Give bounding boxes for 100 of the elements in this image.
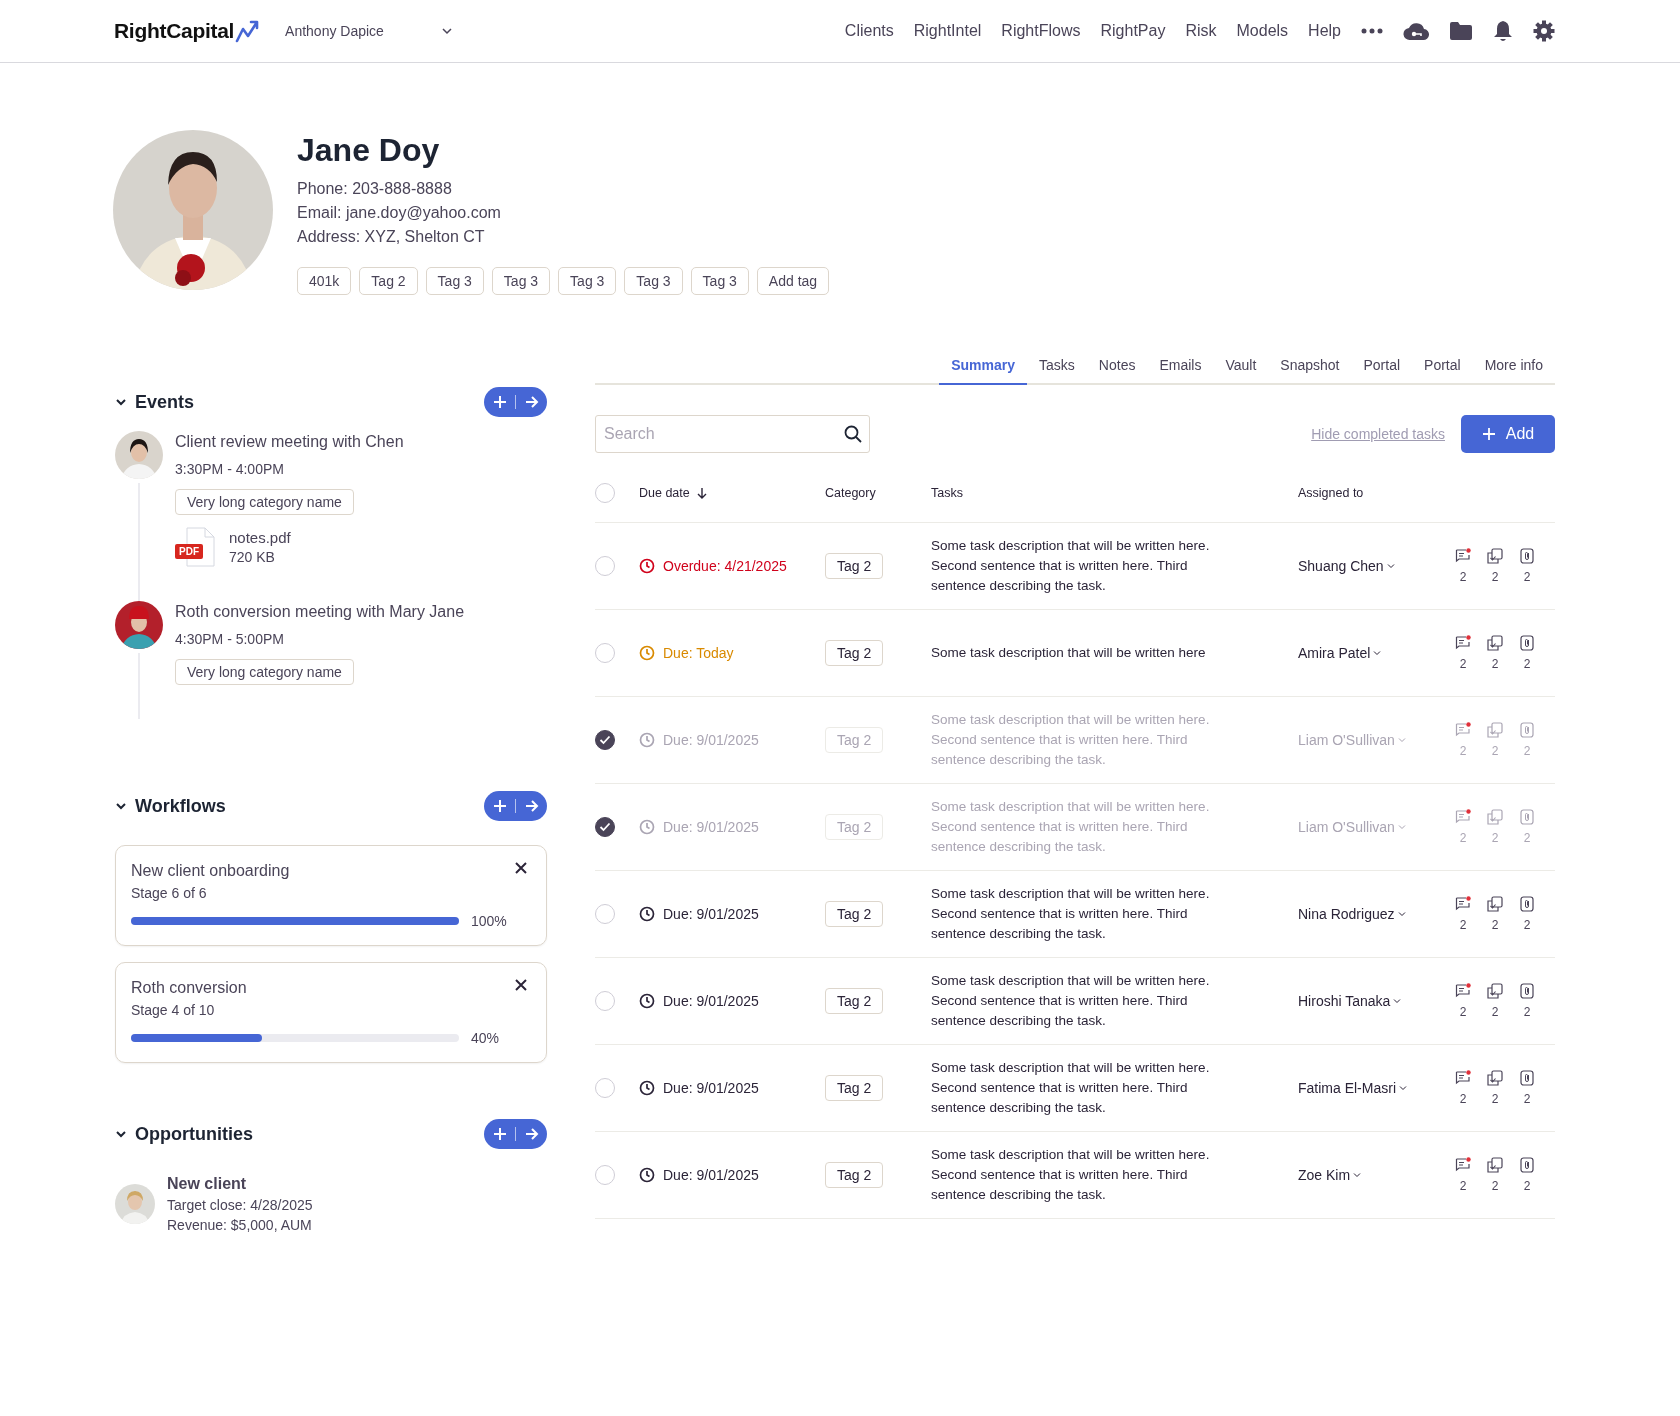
stacked-squares-icon[interactable] — [1487, 983, 1503, 999]
event-title[interactable]: Client review meeting with Chen — [175, 433, 404, 451]
search-field[interactable]: Search — [595, 415, 870, 453]
tab[interactable]: Snapshot — [1268, 349, 1352, 385]
assignee-dropdown[interactable]: Amira Patel — [1298, 645, 1382, 661]
brand-logo[interactable]: RightCapital — [114, 19, 235, 43]
comment-icon[interactable] — [1455, 1157, 1471, 1173]
add-open-button-group[interactable] — [484, 387, 547, 417]
task-checkbox[interactable] — [595, 730, 615, 750]
close-icon[interactable] — [515, 862, 527, 874]
nav-link[interactable]: Models — [1236, 22, 1289, 40]
client-tag[interactable]: Tag 3 — [624, 267, 683, 295]
close-icon[interactable] — [515, 979, 527, 991]
workflow-card[interactable]: New client onboarding Stage 6 of 6 100% — [115, 845, 547, 946]
add-button[interactable]: Add — [1461, 415, 1555, 453]
nav-link[interactable]: RightFlows — [1001, 22, 1081, 40]
assignee-dropdown[interactable]: Nina Rodriguez — [1298, 906, 1406, 922]
task-description[interactable]: Some task description that will be written here. Second sentence that is written here. Third sentence describing the task. — [931, 971, 1298, 1031]
tab[interactable]: Emails — [1147, 349, 1214, 385]
file-name[interactable]: notes.pdf — [229, 529, 291, 546]
comment-icon[interactable] — [1455, 809, 1471, 825]
folder-icon[interactable] — [1449, 21, 1473, 41]
more-icon[interactable] — [1361, 28, 1383, 34]
workflow-card[interactable]: Roth conversion Stage 4 of 10 40% — [115, 962, 547, 1063]
plus-icon[interactable] — [492, 799, 507, 813]
comment-count: 2 — [1459, 1092, 1467, 1106]
sort-arrow-icon[interactable] — [695, 486, 708, 499]
user-dropdown[interactable]: Anthony Dapice — [285, 23, 454, 39]
subtask-count: 2 — [1491, 1179, 1499, 1193]
tab[interactable]: Summary — [939, 349, 1028, 385]
paperclip-icon[interactable] — [1520, 983, 1534, 999]
event-title[interactable]: Roth conversion meeting with Mary Jane — [175, 603, 465, 621]
workflow-title: New client onboarding — [131, 862, 290, 880]
assignee-dropdown[interactable]: Zoe Kim — [1298, 1167, 1362, 1183]
tab[interactable]: Notes — [1086, 349, 1148, 385]
paperclip-icon[interactable] — [1520, 1157, 1534, 1173]
arrow-right-icon[interactable] — [524, 395, 539, 409]
plus-icon[interactable] — [492, 1127, 507, 1141]
chevron-down-icon[interactable] — [115, 802, 127, 810]
task-checkbox[interactable] — [595, 817, 615, 837]
stacked-squares-icon[interactable] — [1487, 635, 1503, 651]
stacked-squares-icon[interactable] — [1487, 548, 1503, 564]
tab[interactable]: More info — [1472, 349, 1555, 385]
add-open-button-group[interactable] — [484, 791, 547, 821]
bell-icon[interactable] — [1493, 20, 1513, 42]
client-tag[interactable]: Tag 3 — [558, 267, 617, 295]
comment-icon[interactable] — [1455, 896, 1471, 912]
search-icon[interactable] — [844, 425, 862, 443]
tab[interactable]: Tasks — [1027, 349, 1087, 385]
paperclip-icon[interactable] — [1520, 635, 1534, 651]
stacked-squares-icon[interactable] — [1487, 1157, 1503, 1173]
attachment-count: 2 — [1523, 570, 1531, 584]
assignee-dropdown[interactable]: Shuang Chen — [1298, 558, 1395, 574]
cloud-icon[interactable] — [1403, 21, 1429, 41]
comment-icon[interactable] — [1455, 635, 1471, 651]
paperclip-icon[interactable] — [1520, 548, 1534, 564]
section-toggle[interactable]: Events — [115, 391, 195, 413]
paperclip-icon[interactable] — [1520, 896, 1534, 912]
client-tag[interactable]: Tag 2 — [359, 267, 418, 295]
nav-link[interactable]: Help — [1308, 22, 1341, 40]
task-description[interactable]: Some task description that will be written here. Second sentence that is written here. Third sentence describing the task. — [931, 1058, 1298, 1118]
task-description[interactable]: Some task description that will be written here. Second sentence that is written here. Third sentence describing the task. — [931, 884, 1298, 944]
stacked-squares-icon[interactable] — [1487, 896, 1503, 912]
nav-link[interactable]: RightPay — [1100, 22, 1166, 40]
comment-icon[interactable] — [1455, 722, 1471, 738]
add-tag-button[interactable]: Add tag — [756, 267, 830, 295]
nav-link[interactable]: RightIntel — [913, 22, 982, 40]
nav-link[interactable]: Clients — [844, 22, 894, 40]
client-tag[interactable]: 401k — [297, 267, 352, 295]
chevron-down-icon[interactable] — [441, 27, 454, 35]
opportunity-title[interactable]: New client — [167, 1175, 313, 1193]
client-tag[interactable]: Tag 3 — [690, 267, 749, 295]
paperclip-icon[interactable] — [1520, 1070, 1534, 1086]
tab[interactable]: Vault — [1213, 349, 1269, 385]
chevron-down-icon[interactable] — [115, 1130, 127, 1138]
arrow-right-icon[interactable] — [524, 799, 539, 813]
settings-icon[interactable] — [1533, 20, 1555, 42]
task-description[interactable]: Some task description that will be written here. Second sentence that is written here. Third sentence describing the task. — [931, 536, 1298, 596]
tab[interactable]: Portal — [1351, 349, 1413, 385]
comment-icon[interactable] — [1455, 1070, 1471, 1086]
add-open-button-group[interactable] — [484, 1119, 547, 1149]
chevron-down-icon[interactable] — [115, 398, 127, 406]
section-toggle[interactable]: Workflows — [115, 795, 226, 817]
assignee-dropdown[interactable]: Fatima El-Masri — [1298, 1080, 1407, 1096]
task-description[interactable]: Some task description that will be written here. Second sentence that is written here. Third sentence describing the task. — [931, 1145, 1298, 1205]
paperclip-icon[interactable] — [1520, 809, 1534, 825]
section-toggle[interactable]: Opportunities — [115, 1123, 253, 1145]
column-header[interactable]: Due date — [639, 485, 825, 500]
comment-icon[interactable] — [1455, 983, 1471, 999]
tab[interactable]: Portal — [1412, 349, 1473, 385]
stacked-squares-icon[interactable] — [1487, 1070, 1503, 1086]
client-tag[interactable]: Tag 3 — [425, 267, 484, 295]
client-tag[interactable]: Tag 3 — [491, 267, 551, 295]
paperclip-icon[interactable] — [1520, 722, 1534, 738]
assignee-dropdown[interactable]: Hiroshi Tanaka — [1298, 993, 1402, 1009]
plus-icon[interactable] — [492, 395, 507, 409]
arrow-right-icon[interactable] — [524, 1127, 539, 1141]
task-description[interactable]: Some task description that will be written here — [931, 643, 1298, 663]
nav-link[interactable]: Risk — [1185, 22, 1217, 40]
comment-icon[interactable] — [1455, 548, 1471, 564]
